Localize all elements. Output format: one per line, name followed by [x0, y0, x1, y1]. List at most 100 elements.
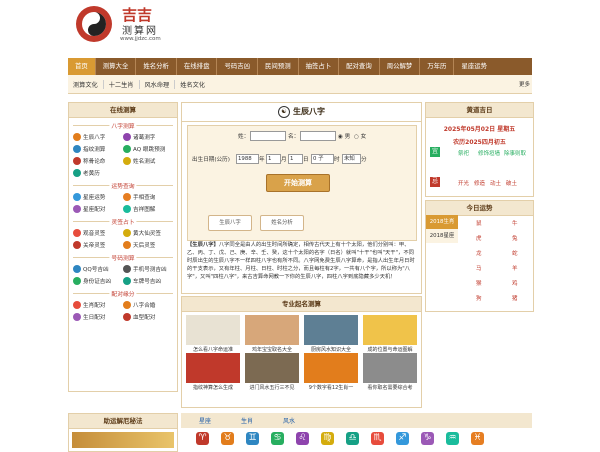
tool-list: 生辰八字 诸葛测字 指纹测算 AQ 眼跳预测 称骨论命 姓名测试 老黄历	[69, 126, 177, 179]
aquarius-icon[interactable]: ♒	[446, 432, 459, 445]
subnav-item[interactable]: 姓名文化	[175, 80, 210, 89]
tool-link[interactable]: 称骨论命	[73, 157, 123, 165]
car-icon	[123, 277, 131, 285]
site-logo[interactable]: 吉吉 测算网 www.jjdzc.com	[74, 2, 174, 48]
eye-icon	[123, 145, 131, 153]
bone-icon	[73, 157, 81, 165]
animal-horse[interactable]: 马	[476, 264, 482, 272]
sagittarius-icon[interactable]: ♐	[396, 432, 409, 445]
good-item: 修饰垣墙	[478, 151, 501, 157]
nav-item[interactable]: 号码吉凶	[217, 58, 259, 75]
tool-link[interactable]: QQ号吉凶	[73, 265, 123, 273]
animal-rat[interactable]: 鼠	[476, 219, 482, 227]
start-calc-button[interactable]: 开始测算	[266, 174, 330, 192]
nav-item[interactable]: 星座运势	[454, 58, 494, 75]
article-card[interactable]: 看你取名需要综合考	[363, 353, 417, 391]
animal-dog[interactable]: 狗	[476, 294, 482, 302]
animal-pig[interactable]: 猪	[512, 294, 518, 302]
cancer-icon[interactable]: ♋	[271, 432, 284, 445]
tool-link[interactable]: 手相查询	[123, 193, 173, 201]
animal-rooster[interactable]: 鸡	[512, 279, 518, 287]
tool-link[interactable]: 星座配对	[73, 205, 123, 213]
section-title: 八字测算	[109, 121, 137, 130]
tool-link[interactable]: 姓名测试	[123, 157, 173, 165]
tool-link[interactable]: 关帝灵签	[73, 241, 123, 249]
nav-item[interactable]: 抽签占卜	[299, 58, 340, 75]
tool-link[interactable]: 生辰八字	[73, 133, 123, 141]
birth-label: 出生日期(公历)	[192, 157, 230, 163]
article-card[interactable]: 进门风水五行三不见	[245, 353, 299, 391]
tool-link[interactable]: 身份证吉凶	[73, 277, 123, 285]
nav-item[interactable]: 姓名分析	[136, 58, 177, 75]
tab-fengshui[interactable]: 风水	[283, 416, 295, 425]
animal-dragon[interactable]: 龙	[476, 249, 482, 257]
name-input[interactable]	[300, 131, 336, 141]
tool-link[interactable]: 星座运势	[73, 193, 123, 201]
article-card[interactable]: 鸡年宝宝取名大全	[245, 315, 299, 353]
tab-zodiac-year[interactable]: 2018生肖	[426, 215, 458, 229]
article-card[interactable]: 怎么看八字命运准	[186, 315, 240, 353]
hour-select[interactable]: 0 子	[311, 154, 334, 164]
tool-link[interactable]: AQ 眼跳预测	[123, 145, 173, 153]
day-select[interactable]: 1	[288, 154, 303, 164]
tool-list: 观音灵签 黄大仙灵签 关帝灵签 天后灵签	[69, 222, 177, 251]
tool-link[interactable]: 车牌号吉凶	[123, 277, 173, 285]
month-select[interactable]: 1	[266, 154, 281, 164]
surname-input[interactable]	[250, 131, 286, 141]
animal-tiger[interactable]: 虎	[476, 234, 482, 242]
article-card[interactable]: 成的位置与命运图解	[363, 315, 417, 353]
nav-item[interactable]: 万年历	[420, 58, 455, 75]
tool-link[interactable]: 老黄历	[73, 169, 123, 177]
article-card[interactable]: 厨房风水知识大全	[304, 315, 358, 353]
tool-link[interactable]: 诸葛测字	[123, 133, 173, 141]
tab-shengxiao[interactable]: 生肖	[241, 416, 253, 425]
animal-ox[interactable]: 牛	[512, 219, 518, 227]
animal-monkey[interactable]: 猴	[476, 279, 482, 287]
minute-select[interactable]: 未知	[342, 154, 361, 164]
animal-snake[interactable]: 蛇	[512, 249, 518, 257]
capricorn-icon[interactable]: ♑	[421, 432, 434, 445]
tool-link[interactable]: 吉祥图解	[123, 205, 173, 213]
tab-xingzuo[interactable]: 星座	[199, 416, 211, 425]
tool-link[interactable]: 指纹测算	[73, 145, 123, 153]
nav-item[interactable]: 周公解梦	[380, 58, 421, 75]
leo-icon[interactable]: ♌	[296, 432, 309, 445]
article-card[interactable]: 指纹神算怎么生成	[186, 353, 240, 391]
tool-link[interactable]: 黄大仙灵签	[123, 229, 173, 237]
nav-item[interactable]: 在线排盘	[177, 58, 218, 75]
nav-item[interactable]: 测算大全	[96, 58, 137, 75]
more-link[interactable]: 更多	[519, 80, 532, 88]
bazi-tab-button[interactable]: 生辰八字	[208, 215, 252, 231]
year-select[interactable]: 1988	[236, 154, 259, 164]
tool-link[interactable]: 手机号测吉凶	[123, 265, 173, 273]
aries-icon[interactable]: ♈	[196, 432, 209, 445]
luck-banner-image[interactable]	[72, 432, 174, 448]
scorpio-icon[interactable]: ♏	[371, 432, 384, 445]
tool-link[interactable]: 八字合婚	[123, 301, 173, 309]
birthday-icon	[73, 313, 81, 321]
nav-item[interactable]: 配对查询	[339, 58, 380, 75]
taurus-icon[interactable]: ♉	[221, 432, 234, 445]
article-card[interactable]: 9个数字看12生肖一	[304, 353, 358, 391]
tool-link[interactable]: 生日配对	[73, 313, 123, 321]
name-tab-button[interactable]: 姓名分析	[260, 215, 304, 231]
gender-female[interactable]: ○ 女	[354, 132, 366, 140]
tool-link[interactable]: 血型配对	[123, 313, 173, 321]
animal-rabbit[interactable]: 兔	[512, 234, 518, 242]
gender-male[interactable]: ◉ 男	[338, 132, 350, 140]
tool-link[interactable]: 观音灵签	[73, 229, 123, 237]
animal-goat[interactable]: 羊	[512, 264, 518, 272]
gemini-icon[interactable]: ♊	[246, 432, 259, 445]
tool-link[interactable]: 生肖配对	[73, 301, 123, 309]
tool-link[interactable]: 天后灵签	[123, 241, 173, 249]
pisces-icon[interactable]: ♓	[471, 432, 484, 445]
virgo-icon[interactable]: ♍	[321, 432, 334, 445]
libra-icon[interactable]: ♎	[346, 432, 359, 445]
nav-home[interactable]: 首页	[68, 58, 96, 75]
tab-star-year[interactable]: 2018星座	[426, 229, 458, 243]
subnav-item[interactable]: 测算文化	[68, 79, 104, 89]
nav-item[interactable]: 民间预测	[258, 58, 299, 75]
subnav-item[interactable]: 十二生肖	[104, 79, 140, 89]
subnav-item[interactable]: 风水命理	[140, 79, 176, 89]
solar-date: 2025年05月02日 星期五	[443, 126, 516, 133]
